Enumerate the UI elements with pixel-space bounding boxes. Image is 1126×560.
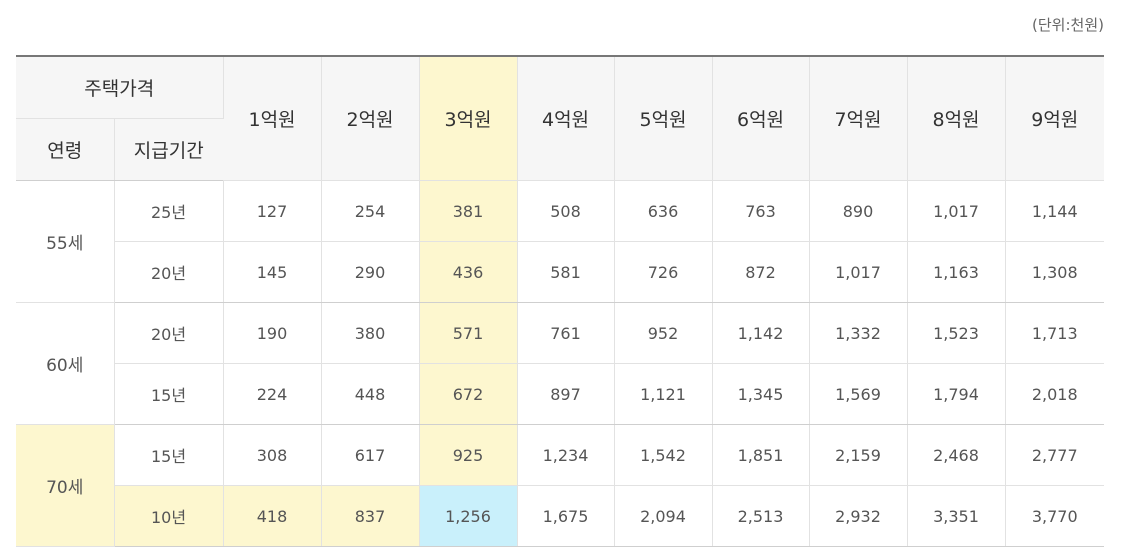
value-cell: 672 [419,363,518,425]
value-cell: 436 [419,241,518,303]
value-cell: 3,351 [907,485,1006,547]
table-row: 15년 224 448 672 897 1,121 1,345 1,569 1,… [16,363,1105,425]
header-age: 연령 [16,118,115,181]
unit-label: (단위:천원) [1032,16,1104,34]
header-price-8: 8억원 [907,55,1006,181]
header-price-5: 5억원 [614,55,713,181]
pension-table: 주택가격 1억원 2억원 3억원 4억원 5억원 6억원 7억원 8억원 9억원… [16,55,1105,547]
value-cell: 1,675 [517,485,615,547]
header-price-6: 6억원 [712,55,810,181]
value-cell: 1,256 [419,485,518,547]
value-cell: 380 [321,302,420,364]
table-row: 70세 15년 308 617 925 1,234 1,542 1,851 2,… [16,424,1105,547]
value-cell: 2,513 [712,485,810,547]
table-row: 60세 20년 190 380 571 761 952 1,142 1,332 … [16,302,1105,425]
period-cell: 15년 [114,363,224,425]
value-cell: 617 [321,424,420,486]
period-cell: 20년 [114,241,224,303]
value-cell: 224 [223,363,322,425]
value-cell: 418 [223,485,322,547]
value-cell: 1,794 [907,363,1006,425]
value-cell: 897 [517,363,615,425]
value-cell: 127 [223,180,322,242]
value-cell: 145 [223,241,322,303]
value-cell: 1,308 [1005,241,1105,303]
value-cell: 890 [809,180,908,242]
value-cell: 1,569 [809,363,908,425]
header-price-3: 3억원 [419,55,518,181]
value-cell: 508 [517,180,615,242]
value-cell: 571 [419,302,518,364]
table-row: 55세 25년 127 254 381 508 636 763 890 1,01… [16,180,1105,303]
value-cell: 1,523 [907,302,1006,364]
value-cell: 1,542 [614,424,713,486]
table-row: 10년 418 837 1,256 1,675 2,094 2,513 2,93… [16,485,1105,547]
header-price-4: 4억원 [517,55,615,181]
header-period: 지급기간 [114,118,224,181]
header-house-price: 주택가격 [16,55,224,119]
value-cell: 1,332 [809,302,908,364]
value-cell: 2,094 [614,485,713,547]
value-cell: 1,163 [907,241,1006,303]
header-price-1: 1억원 [223,55,322,181]
value-cell: 837 [321,485,420,547]
value-cell: 1,017 [907,180,1006,242]
value-cell: 925 [419,424,518,486]
value-cell: 761 [517,302,615,364]
value-cell: 190 [223,302,322,364]
age-cell: 55세 [16,180,115,303]
value-cell: 1,144 [1005,180,1105,242]
value-cell: 1,851 [712,424,810,486]
age-cell: 70세 [16,424,115,547]
value-cell: 581 [517,241,615,303]
value-cell: 872 [712,241,810,303]
period-cell: 20년 [114,302,224,364]
value-cell: 2,777 [1005,424,1105,486]
value-cell: 1,234 [517,424,615,486]
value-cell: 3,770 [1005,485,1105,547]
value-cell: 1,345 [712,363,810,425]
value-cell: 448 [321,363,420,425]
value-cell: 381 [419,180,518,242]
period-cell: 15년 [114,424,224,486]
header-price-7: 7억원 [809,55,908,181]
value-cell: 952 [614,302,713,364]
value-cell: 2,468 [907,424,1006,486]
value-cell: 636 [614,180,713,242]
value-cell: 1,121 [614,363,713,425]
value-cell: 2,932 [809,485,908,547]
value-cell: 308 [223,424,322,486]
value-cell: 290 [321,241,420,303]
table-row: 20년 145 290 436 581 726 872 1,017 1,163 … [16,241,1105,303]
value-cell: 2,018 [1005,363,1105,425]
header-price-9: 9억원 [1005,55,1105,181]
period-cell: 25년 [114,180,224,242]
value-cell: 1,017 [809,241,908,303]
header-price-2: 2억원 [321,55,420,181]
value-cell: 254 [321,180,420,242]
age-cell: 60세 [16,302,115,425]
value-cell: 763 [712,180,810,242]
header-row-1: 주택가격 1억원 2억원 3억원 4억원 5억원 6억원 7억원 8억원 9억원 [16,55,1105,181]
value-cell: 2,159 [809,424,908,486]
value-cell: 726 [614,241,713,303]
period-cell: 10년 [114,485,224,547]
value-cell: 1,142 [712,302,810,364]
value-cell: 1,713 [1005,302,1105,364]
